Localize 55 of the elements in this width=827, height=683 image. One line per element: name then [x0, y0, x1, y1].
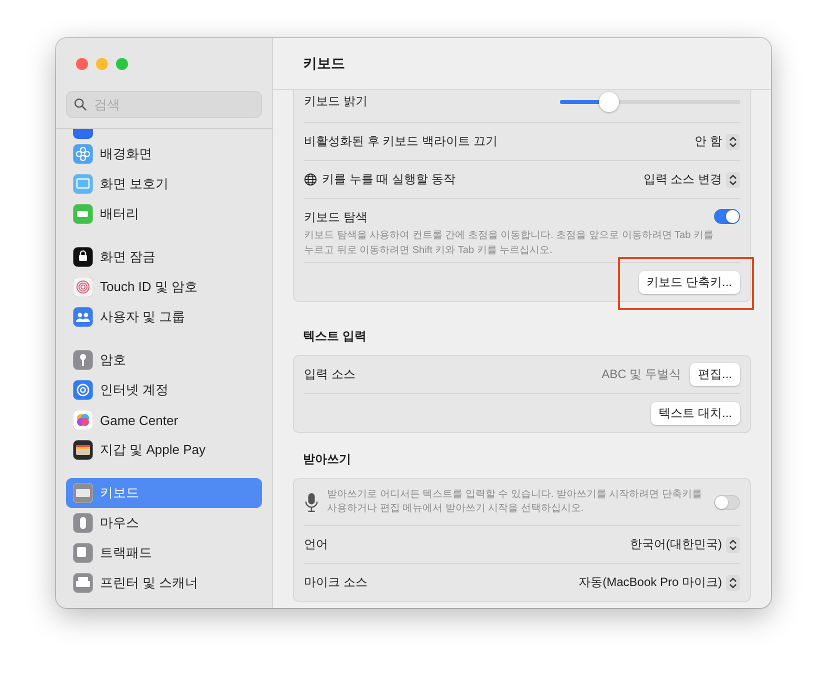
people-icon	[73, 307, 93, 327]
sidebar-item[interactable]: 화면 잠금	[66, 242, 262, 272]
bubbles-icon	[73, 410, 93, 430]
sidebar-item[interactable]: Game Center	[66, 405, 262, 435]
screen-icon	[73, 174, 93, 194]
row-value: ABC 및 두벌식	[602, 366, 681, 383]
minimize-button[interactable]	[96, 58, 108, 70]
toggle-switch[interactable]	[714, 494, 740, 510]
globe-icon	[304, 173, 317, 186]
sidebar-item[interactable]: 화면 보호기	[66, 169, 262, 199]
section-heading: 받아쓰기	[303, 451, 352, 468]
page-title: 키보드	[303, 54, 345, 72]
lock-icon	[73, 247, 93, 267]
microphone-icon	[304, 492, 319, 512]
chevron-updown-icon	[726, 536, 740, 552]
sidebar-item[interactable]: 암호	[66, 345, 262, 375]
popup-button[interactable]: 자동(MacBook Pro 마이크)	[578, 574, 740, 591]
sidebar-item[interactable]: 트랙패드	[66, 538, 262, 568]
row-label: 키보드 탐색	[304, 209, 368, 226]
wallet-icon	[73, 440, 93, 460]
mouse-icon	[73, 513, 93, 533]
sidebar-item[interactable]: Touch ID 및 암호	[66, 272, 262, 302]
printer-icon	[73, 573, 93, 593]
sidebar-item[interactable]: 배경화면	[66, 139, 262, 169]
sidebar-item[interactable]: 지갑 및 Apple Pay	[66, 435, 262, 465]
popup-button[interactable]: 입력 소스 변경	[643, 171, 740, 188]
row-description: 받아쓰기로 어디서든 텍스트를 입력할 수 있습니다. 받아쓰기를 시작하려면 단축키를 사용하거나 편집 메뉴에서 받아쓰기 시작을 선택하십시오.	[327, 488, 704, 516]
popup-button[interactable]: 안 함	[694, 133, 740, 150]
edit-button[interactable]: 편집...	[690, 363, 740, 386]
zoom-button[interactable]	[116, 58, 128, 70]
sidebar-item[interactable]: 프린터 및 스캐너	[66, 568, 262, 598]
settings-button[interactable]: 텍스트 대치...	[650, 402, 740, 424]
row-label: 키보드 밝기	[304, 93, 368, 110]
sidebar-item[interactable]: 인터넷 계정	[66, 375, 262, 405]
chevron-updown-icon	[726, 134, 740, 150]
battery-icon	[73, 204, 93, 224]
row-description: 키보드 탐색을 사용하여 컨트롤 간에 초점을 이동합니다. 초점을 앞으로 이동하려면 Tab 키를 누르고 뒤로 이동하려면 Shift 키와 Tab 키를 누르십시오.	[304, 229, 714, 258]
chevron-updown-icon	[726, 574, 740, 590]
row-label: 비활성화된 후 키보드 백라이트 끄기	[304, 133, 498, 150]
flower-icon	[73, 144, 93, 164]
row-label: 키를 누를 때 실행할 동작	[322, 171, 456, 188]
keyboard-icon	[73, 483, 93, 503]
close-button[interactable]	[76, 58, 88, 70]
popup-button[interactable]: 한국어(대한민국)	[630, 536, 740, 553]
chevron-updown-icon	[726, 172, 740, 188]
sidebar-item[interactable]: 배터리	[66, 199, 262, 229]
toggle-switch[interactable]	[714, 209, 740, 224]
row-label: 입력 소스	[304, 366, 356, 383]
row-label: 마이크 소스	[304, 574, 368, 591]
section-heading: 텍스트 입력	[303, 328, 368, 345]
settings-button[interactable]: 키보드 단축키...	[638, 270, 740, 294]
key-icon	[73, 350, 93, 370]
row-label: 언어	[304, 536, 328, 553]
sidebar-item[interactable]: 마우스	[66, 508, 262, 538]
sidebar-item[interactable]: 사용자 및 그룹	[66, 302, 262, 332]
